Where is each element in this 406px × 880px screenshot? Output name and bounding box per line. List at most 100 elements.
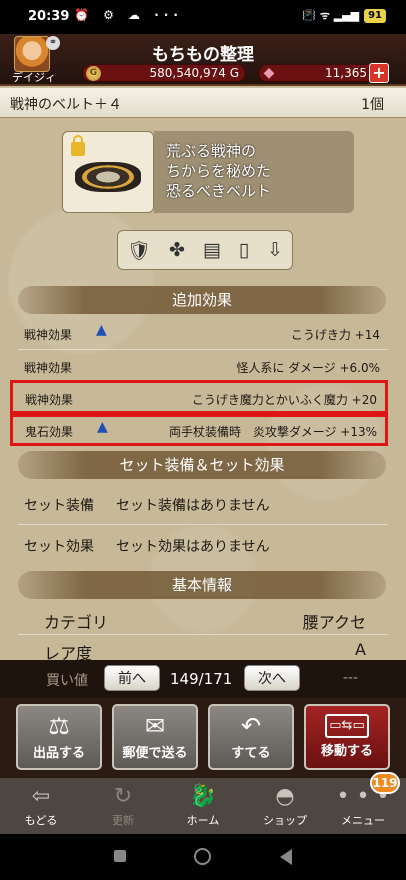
effect-row-highlighted: 戦神効果 こうげき魔力とかいふく魔力 +20 — [10, 380, 388, 414]
app-root: 20:39 ⏰ ⚙ ☁ ··· 📳 ᯤ ▂▄▆ 91 ⚭ デイジィ もちもの整理… — [0, 0, 406, 880]
recents-icon[interactable] — [114, 850, 126, 862]
buy-price-value: --- — [342, 670, 358, 686]
sell-button[interactable]: ⚖ 出品する — [16, 704, 102, 770]
item-count: 1個 — [361, 97, 384, 113]
nav-shop-label: ショップ — [263, 814, 307, 827]
effect-row: 戦神効果 ▲ こうげき力 +14 — [18, 318, 388, 348]
gem-counter: ◆ 11,365 + — [258, 63, 389, 83]
info-value: A — [355, 640, 366, 659]
effect-value: こうげき力 +14 — [290, 328, 380, 342]
move-button[interactable]: ▭⇆▭ 移動する — [304, 704, 390, 770]
mail-icon: ✉ — [144, 712, 166, 740]
gold-coin-icon: G — [86, 66, 101, 81]
nav-back[interactable]: ⇦ もどる — [6, 784, 76, 828]
dragon-icon: 🐉 — [189, 784, 217, 809]
info-value: 腰アクセ — [302, 613, 366, 632]
section-basic-info: 基本情報 — [18, 571, 386, 599]
android-nav-bar — [0, 834, 406, 880]
set-row: セット効果 セット効果はありません — [18, 526, 388, 562]
discard-icon: ↶ — [240, 712, 262, 740]
refresh-icon: ↻ — [113, 784, 133, 809]
pager-bar: 買い値 前へ 149/171 次へ --- — [0, 660, 406, 698]
status-notification-icons: ⏰ ⚙ ☁ ··· — [74, 8, 183, 22]
storage-icon: ▤ — [202, 239, 221, 261]
action-bar: ⚖ 出品する ✉ 郵便で送る ↶ すてる ▭⇆▭ 移動する — [0, 698, 406, 778]
effect-row: 戦神効果 怪人系に ダメージ +6.0% — [18, 351, 388, 381]
move-icon: ▭⇆▭ — [325, 714, 369, 738]
effect-label: 戦神効果 — [24, 328, 73, 342]
battery-icon: 91 — [364, 8, 386, 23]
belt-icon — [75, 162, 141, 192]
back-arrow-icon: ⇦ — [31, 784, 51, 809]
item-detail-panel[interactable]: 荒ぶる戦神の ちからを秘めた 恐るべきベルト 🛡 ✤ ▤ ▯ ⇩ 追加効果 戦神… — [0, 118, 406, 660]
home-circle-icon[interactable] — [194, 848, 211, 865]
signal-icon: 📳 ᯤ ▂▄▆ — [302, 9, 360, 22]
effect-label: 戦神効果 — [24, 361, 73, 375]
arrow-down-icon: ⇩ — [267, 239, 284, 261]
nav-refresh[interactable]: ↻ 更新 — [88, 784, 158, 828]
info-row: カテゴリ 腰アクセ — [18, 605, 388, 635]
divider — [18, 634, 388, 635]
section-effects: 追加効果 — [18, 286, 386, 314]
nav-back-label: もどる — [24, 814, 58, 827]
sell-button-label: 出品する — [32, 746, 85, 761]
info-label: レア度 — [44, 644, 93, 660]
gold-value: 580,540,974 G — [149, 66, 239, 80]
divider — [18, 524, 388, 525]
notification-badge: 119 — [370, 772, 400, 794]
shop-icon: ◓ — [275, 784, 295, 809]
gem-value: 11,365 — [325, 66, 367, 80]
buy-price-label: 買い値 — [46, 673, 88, 689]
next-button[interactable]: 次へ — [244, 665, 300, 691]
item-description: 荒ぶる戦神の ちからを秘めた 恐るべきベルト — [166, 142, 272, 200]
page-title: もちもの整理 — [152, 45, 254, 65]
slime-icon: ▲ — [97, 419, 108, 435]
prev-button[interactable]: 前へ — [104, 665, 160, 691]
gold-counter: G 580,540,974 G — [82, 64, 246, 82]
nav-menu-label: メニュー — [341, 814, 385, 827]
gem-icon: ◆ — [263, 65, 275, 81]
bottom-nav: ⇦ もどる ↻ 更新 🐉 ホーム ◓ ショップ • • • メニュー — [0, 778, 406, 834]
clover-icon: ✤ — [169, 239, 185, 261]
add-gems-button[interactable]: + — [369, 63, 389, 83]
set-value: セット装備はありません — [116, 498, 270, 514]
discard-button[interactable]: ↶ すてる — [208, 704, 294, 770]
mail-button-label: 郵便で送る — [122, 746, 188, 761]
item-name: 戦神のベルト＋４ — [10, 97, 122, 113]
status-system-icons: 📳 ᯤ ▂▄▆ 91 — [302, 8, 386, 23]
info-row: レア度 A — [18, 636, 388, 660]
effect-label: 鬼石効果 — [25, 425, 74, 439]
nav-home-label: ホーム — [186, 814, 220, 827]
item-description-box: 荒ぶる戦神の ちからを秘めた 恐るべきベルト — [154, 131, 354, 213]
effect-row-highlighted: 鬼石効果 ▲ 両手杖装備時 炎攻撃ダメージ +13% — [10, 414, 388, 446]
set-row: セット装備 セット装備はありません — [18, 485, 388, 521]
book-icon: ▯ — [238, 239, 250, 261]
shield-icon: 🛡 — [126, 239, 152, 262]
avatar-name: デイジィ — [12, 71, 56, 84]
effect-value: 怪人系に ダメージ +6.0% — [236, 361, 380, 375]
back-triangle-icon[interactable] — [280, 849, 292, 865]
set-label: セット装備 — [24, 498, 94, 514]
item-name-bar: 戦神のベルト＋４ 1個 — [0, 88, 406, 118]
set-label: セット効果 — [24, 539, 94, 555]
discard-button-label: すてる — [231, 746, 271, 761]
nav-shop[interactable]: ◓ ショップ — [250, 784, 320, 828]
section-set: セット装備＆セット効果 — [18, 451, 386, 479]
set-value: セット効果はありません — [116, 539, 270, 555]
equip-icons: 🛡 ✤ ▤ ▯ ⇩ — [117, 230, 293, 270]
effect-value: 両手杖装備時 炎攻撃ダメージ +13% — [169, 425, 377, 439]
scale-icon: ⚖ — [48, 712, 70, 740]
nav-home[interactable]: 🐉 ホーム — [168, 784, 238, 828]
item-icon-box — [62, 131, 154, 213]
header: ⚭ デイジィ もちもの整理 G 580,540,974 G ◆ 11,365 + — [0, 34, 406, 86]
move-button-label: 移動する — [320, 744, 373, 759]
mail-button[interactable]: ✉ 郵便で送る — [112, 704, 198, 770]
status-time: 20:39 — [28, 9, 70, 24]
slime-icon: ▲ — [96, 322, 107, 338]
page-indicator: 149/171 — [170, 670, 233, 688]
effect-value: こうげき魔力とかいふく魔力 +20 — [191, 393, 377, 407]
lock-icon — [71, 135, 85, 156]
effect-label: 戦神効果 — [25, 393, 74, 407]
status-bar: 20:39 ⏰ ⚙ ☁ ··· 📳 ᯤ ▂▄▆ 91 — [0, 0, 406, 34]
info-label: カテゴリ — [44, 613, 109, 632]
